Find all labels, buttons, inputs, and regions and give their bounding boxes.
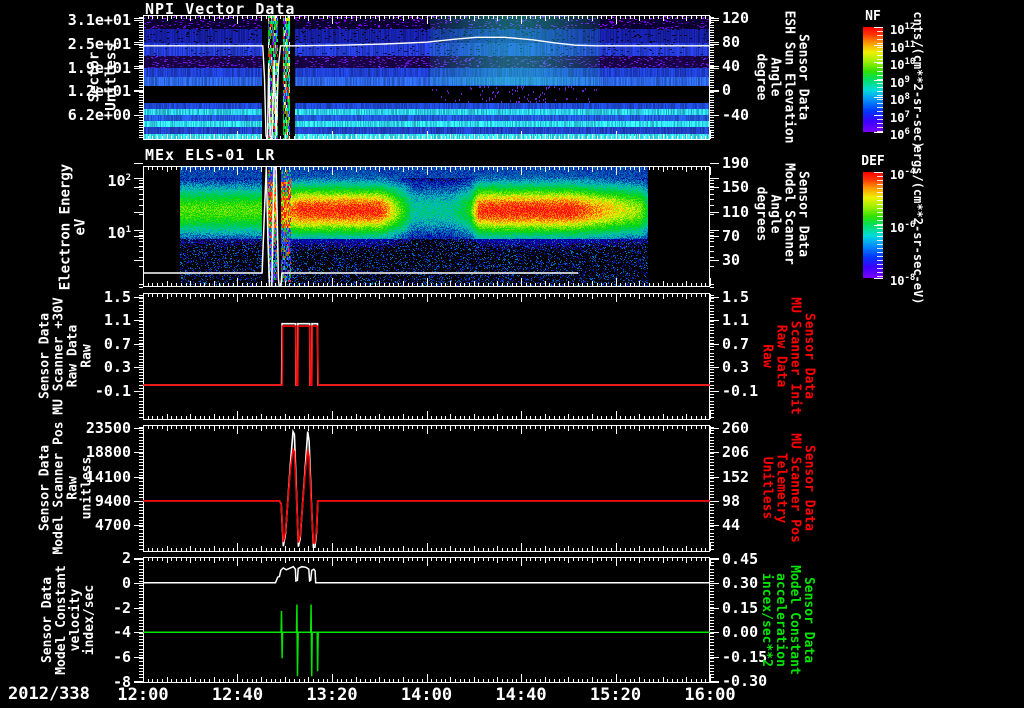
axis-label-left-model-constant-line: velocity [68, 588, 83, 652]
colorbar-major-tick [874, 132, 883, 133]
axis-label-right-mu-scanner-30v-line: MU Scanner Init [787, 297, 802, 415]
panel-box-model-scanner-pos [143, 425, 710, 552]
axis-label-right-mex-els-01-lr-line: Model Scanner [781, 163, 796, 265]
colorbar-title: NF [865, 9, 881, 24]
axis-label-right-mu-scanner-30v-line: Raw [759, 344, 774, 368]
axis-label-right-model-constant-line: Model Constant [787, 565, 802, 675]
axis-label-right-model-scanner-pos: Sensor Data MU Scanner Pos Telemetry Unitle… [759, 418, 816, 559]
axis-label-right-npi-vector-data-line: degree [753, 53, 768, 101]
axis-label-left-mu-scanner-30v: Sensor Data MU Scanner +30V Raw Data Raw [37, 286, 94, 427]
axis-label-left-model-scanner-pos-line: Raw [65, 476, 80, 500]
axis-label-right-mex-els-01-lr-line: Sensor Data [795, 170, 810, 258]
axis-label-right-model-scanner-pos-line: MU Scanner Pos [787, 433, 802, 543]
els-spectrogram-image [143, 166, 710, 287]
x-tick-label: 14:00 [400, 685, 453, 705]
axis-label-right-model-constant-line: incex/sec**2 [759, 573, 774, 667]
axis-label-left-model-scanner-pos: Sensor Data Model Scanner Pos Raw unitless [37, 418, 94, 559]
axis-label-left-npi-vector-data: Sector Unitless [86, 8, 120, 147]
axis-label-left-mu-scanner-30v-line: Raw Data [65, 324, 80, 388]
series-model-scanner-pos-0 [143, 428, 710, 549]
panel-title-npi: NPI Vector Data [145, 0, 296, 18]
series-model-scanner-pos-1 [143, 447, 710, 544]
axis-label-left-mex-els-01-lr-line: eV [72, 218, 88, 236]
x-tick-label: 16:00 [684, 685, 736, 705]
axis-label-right-mex-els-01-lr: Sensor Data Model Scanner Angle degrees [753, 147, 810, 282]
colorbar-major-tick [874, 80, 883, 81]
series-model-constant-1 [143, 604, 710, 677]
axis-label-right-model-constant-line: acceleration [773, 573, 788, 667]
panel-ticks-model-scanner-pos [134, 426, 719, 551]
colorbar-major-tick [874, 97, 883, 98]
axis-label-right-npi-vector-data-line: ESH Sun Elevation [781, 10, 796, 144]
axis-label-left-mex-els-01-lr: Electron Energy eV [57, 160, 88, 295]
axis-label-left-model-constant-line: Sensor Data [40, 576, 55, 664]
axis-label-right-mex-els-01-lr-line: Angle [767, 194, 782, 234]
axis-label-left-npi-vector-data-line: Unitless [103, 43, 119, 111]
plot-screen: NF 1012 1011 1010 109 108 107 106 cnts/(cm**2-sr… [0, 0, 1024, 708]
colorbar-units: ergs/(cm**2-sr-sec-eV) [911, 145, 925, 305]
axis-label-left-mu-scanner-30v-line: MU Scanner +30V [51, 297, 66, 415]
axis-label-left-model-constant-line: index/sec [82, 584, 97, 656]
axis-label-left-mu-scanner-30v-line: Raw [79, 344, 94, 368]
panel-box-mu-scanner-30v [143, 293, 710, 420]
axis-label-right-model-constant: Sensor Data Model Constant acceleration inc… [759, 550, 816, 690]
axis-label-right-npi-vector-data-line: Sensor Data [795, 33, 810, 121]
axis-label-right-npi-vector-data-line: Angle [767, 57, 782, 97]
x-tick-label: 15:20 [589, 685, 642, 705]
colorbar-major-tick [874, 27, 883, 28]
x-tick-label: 13:20 [306, 685, 358, 705]
panel-box-model-constant [143, 557, 710, 683]
axis-label-right-model-scanner-pos-line: Unitless [759, 456, 774, 520]
axis-label-left-model-constant-line: Model Constant [54, 565, 69, 675]
axis-label-left-model-constant: Sensor Data Model Constant velocity index/s… [40, 550, 97, 690]
series-mu-scanner-30v-0 [143, 322, 710, 386]
axis-label-right-mex-els-01-lr-line: degrees [753, 186, 768, 242]
colorbar-title: DEF [861, 154, 885, 169]
axis-label-right-model-constant-line: Sensor Data [801, 576, 816, 664]
series-model-constant-0 [143, 565, 710, 584]
axis-label-right-mu-scanner-30v-line: Raw Data [773, 324, 788, 388]
axis-label-left-mex-els-01-lr-line: Electron Energy [57, 163, 73, 291]
panel-title-els: MEx ELS-01 LR [145, 146, 276, 164]
axis-label-right-npi-vector-data: Sensor Data ESH Sun Elevation Angle degree [753, 8, 810, 147]
axis-label-left-model-scanner-pos-line: unitless [79, 456, 94, 520]
panel-ticks-mu-scanner-30v [134, 294, 719, 419]
colorbar-major-tick [874, 172, 883, 173]
panel-ticks-model-constant [134, 558, 719, 683]
axis-label-right-model-scanner-pos-line: Sensor Data [801, 444, 816, 532]
axis-label-right-mu-scanner-30v-line: Sensor Data [801, 312, 816, 400]
colorbar-major-tick [874, 225, 883, 226]
npi-spectrogram-image [143, 15, 710, 140]
colorbar-major-tick [874, 62, 883, 63]
x-tick-label: 14:40 [495, 685, 547, 705]
x-tick-label: 12:40 [211, 685, 264, 705]
series-mu-scanner-30v-1 [143, 325, 710, 386]
colorbar-major-tick [874, 45, 883, 46]
axis-label-left-model-scanner-pos-line: Model Scanner Pos [51, 421, 66, 555]
axis-label-left-npi-vector-data-line: Sector [86, 51, 102, 103]
date-label: 2012/338 [8, 684, 90, 704]
colorbar-major-tick [874, 278, 883, 279]
axis-label-right-mu-scanner-30v: Sensor Data MU Scanner Init Raw Data Raw [759, 286, 816, 427]
axis-label-left-model-scanner-pos-line: Sensor Data [37, 444, 52, 532]
axis-label-left-mu-scanner-30v-line: Sensor Data [37, 312, 52, 400]
axis-label-right-model-scanner-pos-line: Telemetry [773, 452, 788, 524]
colorbar-major-tick [874, 115, 883, 116]
